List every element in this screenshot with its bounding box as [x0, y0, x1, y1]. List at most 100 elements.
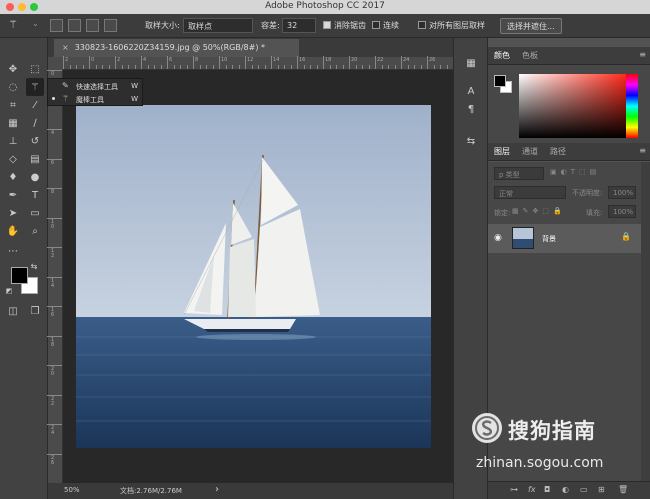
document-tab[interactable]: × 330823-1606220Z34159.jpg @ 50%(RGB/8#) … [54, 39, 299, 57]
hand-tool-icon[interactable]: ✋ [4, 222, 22, 240]
ruler-tick [420, 65, 422, 69]
adjustments-icon[interactable]: ⇆ [464, 136, 478, 150]
ruler-v-label: 18 [51, 336, 55, 348]
blend-mode-select[interactable]: 正常 [494, 186, 566, 199]
eyedropper-tool-icon[interactable]: ⁄ [26, 96, 44, 114]
flyout-item-magic-wand[interactable]: ⚚ 魔棒工具 W [48, 93, 144, 106]
canvas-area[interactable] [63, 70, 453, 483]
fill-input[interactable]: 100% [608, 205, 636, 218]
mask-icon[interactable]: ◘ [544, 485, 550, 494]
move-tool-icon[interactable]: ✥ [4, 60, 22, 78]
zoom-tool-icon[interactable]: ⌕ [26, 222, 44, 240]
ruler-tick [47, 453, 62, 455]
sample-size-select[interactable]: 取样点 [183, 18, 253, 33]
document-tab-label: 330823-1606220Z34159.jpg @ 50%(RGB/8#) * [74, 43, 265, 52]
select-and-mask-button[interactable]: 选择并遮住... [500, 18, 562, 34]
ruler-h-label: 20 [351, 57, 358, 63]
status-menu-arrow-icon[interactable]: › [215, 484, 219, 495]
ruler-tick [47, 276, 62, 278]
all-layers-checkbox[interactable]: 对所有图层取样 [418, 20, 485, 31]
tool-preset-chevron-icon[interactable]: ⌄ [32, 19, 39, 28]
dodge-tool-icon[interactable]: ● [26, 168, 44, 186]
magic-wand-tool-icon[interactable]: ⚚ [26, 78, 44, 96]
history-brush-icon[interactable]: ↺ [26, 132, 44, 150]
ruler-tick [238, 65, 240, 69]
fill-label: 填充: [586, 209, 603, 217]
contiguous-label: 连续 [383, 21, 399, 30]
color-spectrum[interactable] [519, 74, 626, 138]
new-selection-button[interactable] [50, 19, 63, 32]
hue-slider[interactable] [626, 74, 638, 138]
visibility-eye-icon[interactable]: ◉ [494, 233, 502, 243]
layer-filter-select[interactable]: p 类型 [494, 167, 544, 180]
tab-swatches[interactable]: 色板 [522, 50, 538, 61]
zoom-level[interactable]: 50% [64, 486, 80, 494]
ruler-tick [47, 365, 62, 366]
panel-menu-icon[interactable]: ≡ [639, 50, 646, 59]
ruler-v-label: 6 [51, 159, 55, 166]
tab-channels[interactable]: 通道 [522, 146, 538, 157]
ruler-h-label: 2 [117, 57, 121, 63]
subtract-selection-button[interactable] [86, 19, 99, 32]
tab-paths[interactable]: 路径 [550, 146, 566, 157]
swap-colors-icon[interactable]: ⇆ [28, 260, 40, 272]
type-tool-icon[interactable]: T [26, 186, 44, 204]
paragraph-panel-icon[interactable]: ¶ [464, 104, 478, 118]
layer-row-background[interactable]: ◉ 背景 🔒 [488, 224, 641, 253]
ruler-h-label: 22 [377, 57, 384, 63]
foreground-color-swatch[interactable] [11, 267, 28, 284]
fx-icon[interactable]: fx [528, 485, 536, 494]
gradient-tool-icon[interactable]: ▤ [26, 150, 44, 168]
tab-color[interactable]: 颜色 [494, 50, 510, 61]
ruler-tick [407, 65, 409, 69]
options-bar: ⚚ ⌄ 取样大小: 取样点 容差: 32 消除锯齿 连续 对所有图层取样 选择并… [0, 14, 650, 38]
contiguous-checkbox[interactable]: 连续 [372, 20, 399, 31]
pen-tool-icon[interactable]: ✒ [4, 186, 22, 204]
close-tab-icon[interactable]: × [62, 43, 69, 52]
link-icon[interactable]: ⊶ [510, 485, 518, 494]
horizontal-ruler[interactable]: 2 0 2 4 6 8 10 12 14 16 18 20 22 24 26 [63, 56, 453, 70]
tab-layers[interactable]: 图层 [494, 146, 510, 157]
intersect-selection-button[interactable] [104, 19, 117, 32]
filter-icons[interactable]: ▣◐T⬚▤ [550, 168, 600, 182]
path-selection-icon[interactable]: ➤ [4, 204, 22, 222]
flyout-item-quick-selection[interactable]: ✎ 快速选择工具 W [48, 80, 144, 93]
ruler-tick [277, 65, 279, 69]
trash-icon[interactable]: 🗑 [618, 485, 628, 494]
marquee-tool-icon[interactable]: ⬚ [26, 60, 44, 78]
crop-tool-icon[interactable]: ⌗ [4, 96, 22, 114]
tolerance-input[interactable]: 32 [282, 18, 316, 33]
blur-tool-icon[interactable]: ♦ [4, 168, 22, 186]
magic-wand-icon[interactable]: ⚚ [8, 18, 18, 31]
sogou-s-icon [475, 416, 499, 440]
properties-icon[interactable]: ▦ [464, 58, 478, 72]
color-panel-foreground[interactable] [494, 75, 506, 87]
new-layer-icon[interactable]: ⊞ [598, 485, 605, 494]
layers-scrollbar[interactable] [641, 162, 650, 499]
vertical-ruler[interactable]: 02468101214161820222426 [47, 70, 63, 483]
ruler-tick [375, 56, 376, 69]
lasso-tool-icon[interactable]: ◌ [4, 78, 22, 96]
more-tools-icon[interactable]: ⋯ [4, 242, 22, 260]
screen-mode-icon[interactable]: ❐ [26, 302, 44, 320]
antialias-checkbox[interactable]: 消除锯齿 [323, 20, 366, 31]
add-selection-button[interactable] [68, 19, 81, 32]
ruler-v-label: 20 [51, 366, 55, 377]
opacity-input[interactable]: 100% [608, 186, 636, 199]
eraser-tool-icon[interactable]: ◇ [4, 150, 22, 168]
brush-tool-icon[interactable]: ∕ [26, 114, 44, 132]
tolerance-label: 容差: [261, 21, 280, 30]
panel-menu-icon[interactable]: ≡ [639, 146, 646, 155]
stamp-tool-icon[interactable]: ⊥ [4, 132, 22, 150]
default-colors-icon[interactable]: ◩ [4, 286, 14, 296]
ruler-origin[interactable] [48, 57, 63, 70]
lock-icons[interactable]: ▦✎✥⬚🔒 [512, 207, 566, 221]
color-panel [488, 65, 650, 153]
character-panel-icon[interactable]: A [464, 86, 478, 100]
group-icon[interactable]: ▭ [580, 485, 588, 494]
healing-brush-icon[interactable]: ▦ [4, 114, 22, 132]
shape-tool-icon[interactable]: ▭ [26, 204, 44, 222]
quick-mask-icon[interactable]: ◫ [4, 302, 22, 320]
layers-bottom-bar: ⊶ fx ◘ ◐ ▭ ⊞ 🗑 [488, 481, 650, 499]
adjustment-icon[interactable]: ◐ [562, 485, 569, 494]
